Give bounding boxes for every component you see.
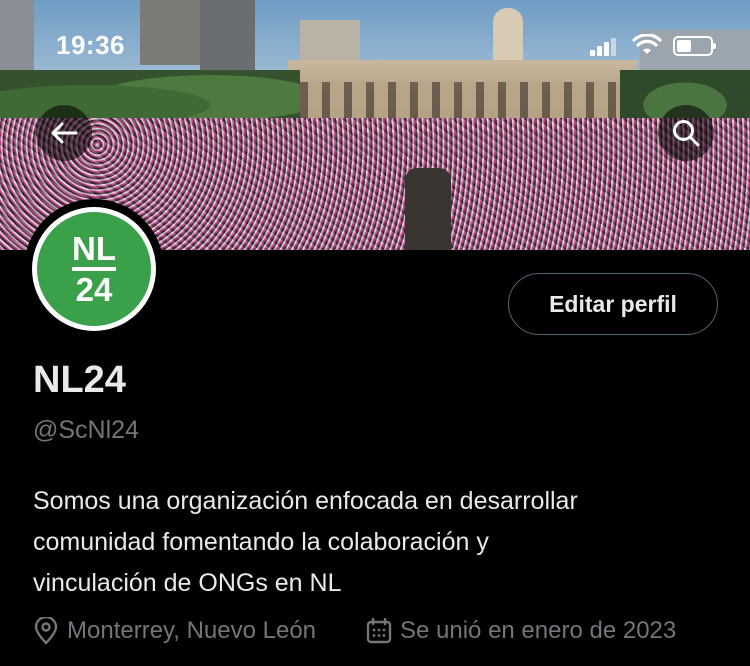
logo-text-top: NL xyxy=(72,230,116,267)
avatar-ring: NL 24 xyxy=(32,207,156,331)
banner-building xyxy=(0,0,34,70)
avatar[interactable]: NL 24 xyxy=(24,199,164,339)
bio-line: Somos una organización enfocada en desar… xyxy=(33,487,578,515)
banner-statue xyxy=(405,168,451,250)
edit-profile-button[interactable]: Editar perfil xyxy=(508,273,718,335)
profile-bio: Somos una organización enfocada en desar… xyxy=(33,481,723,604)
banner-building xyxy=(200,0,255,70)
logo-text-bottom: 24 xyxy=(75,271,113,308)
search-button[interactable] xyxy=(658,105,714,161)
nl24-logo: NL 24 xyxy=(37,212,151,326)
profile-name: NL24 xyxy=(33,359,126,401)
profile-location: Monterrey, Nuevo León xyxy=(33,617,316,645)
profile-joined: Se unió en enero de 2023 xyxy=(366,617,676,645)
joined-text: Se unió en enero de 2023 xyxy=(400,617,677,644)
wifi-icon xyxy=(632,34,662,54)
banner-palace-columns xyxy=(300,82,620,122)
profile-handle: @ScNl24 xyxy=(33,416,139,444)
back-button[interactable] xyxy=(36,105,92,161)
search-icon xyxy=(673,120,700,147)
banner-building xyxy=(300,20,360,65)
location-text: Monterrey, Nuevo León xyxy=(67,617,317,644)
bio-line: comunidad fomentando la colaboración y xyxy=(33,528,489,556)
location-pin-icon xyxy=(34,617,58,645)
banner-tower xyxy=(493,8,523,64)
bio-line: vinculación de ONGs en NL xyxy=(33,569,342,597)
signal-icon xyxy=(590,38,618,56)
battery-icon xyxy=(673,36,716,56)
status-time: 19:36 xyxy=(56,30,125,60)
arrow-left-icon xyxy=(51,122,78,144)
calendar-icon xyxy=(366,618,392,644)
banner-building xyxy=(140,0,200,65)
